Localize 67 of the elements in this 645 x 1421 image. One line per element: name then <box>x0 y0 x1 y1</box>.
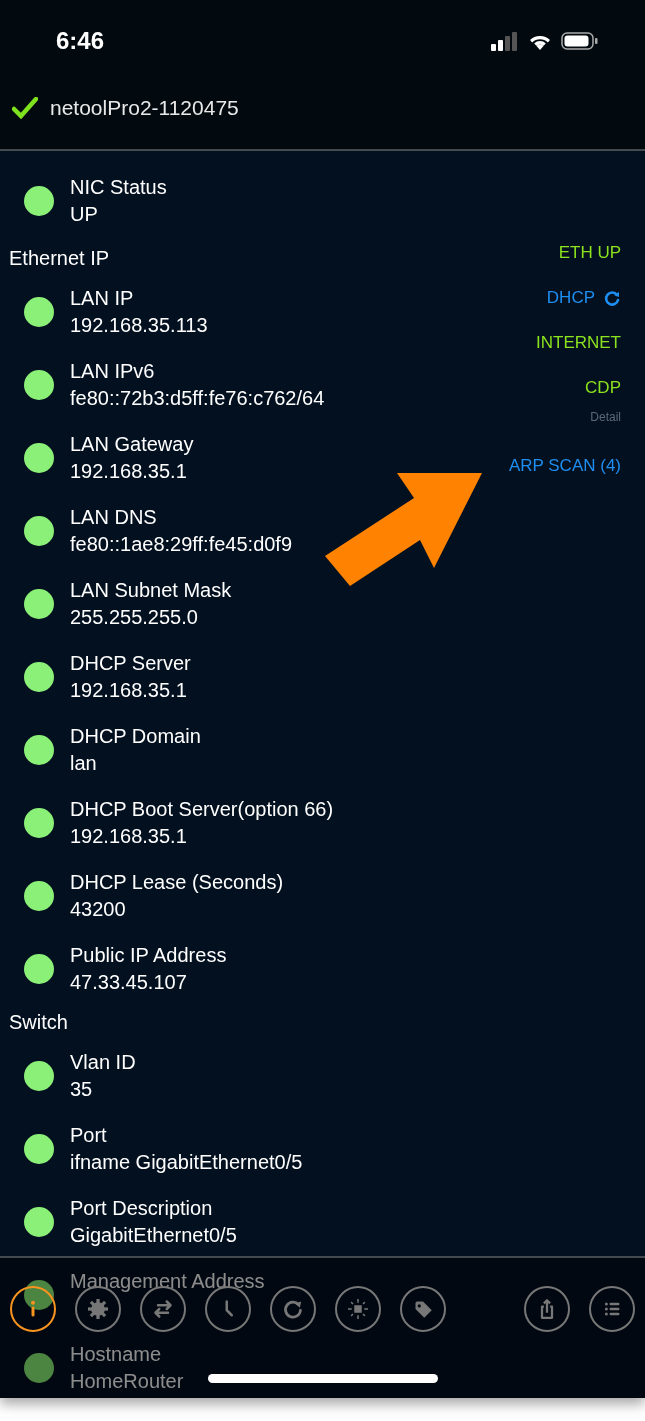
status-label: ETH UP <box>558 241 621 264</box>
field-label: DHCP Domain <box>70 724 201 748</box>
field-value: UP <box>70 203 99 226</box>
field-value: 255.255.255.0 <box>70 605 199 629</box>
field-label: Port Description <box>70 1196 214 1220</box>
field-value: fe80::72b3:d5ff:fe76:c762/64 <box>70 386 325 410</box>
field-value: 192.168.35.1 <box>70 824 188 848</box>
section-header: Ethernet IP <box>9 245 110 271</box>
section-header: Switch <box>9 1009 68 1035</box>
tag-icon[interactable] <box>400 1286 446 1332</box>
field-label: LAN IPv6 <box>70 359 156 383</box>
refresh-icon[interactable] <box>603 288 621 307</box>
status-dot <box>24 442 54 473</box>
status-dot <box>24 734 54 765</box>
field-value: 35 <box>70 1077 94 1101</box>
info-icon[interactable] <box>10 1286 56 1332</box>
field-value: lan <box>70 751 98 775</box>
status-time: 6:46 <box>56 27 106 55</box>
list-icon[interactable] <box>589 1286 635 1332</box>
field-label: Port <box>70 1123 108 1147</box>
field-label: DHCP Server <box>70 651 191 675</box>
field-value: 43200 <box>70 897 127 921</box>
detail-label: Detail <box>590 410 621 426</box>
field-value: fe80::1ae8:29ff:fe45:d0f9 <box>70 532 293 556</box>
status-dot <box>24 1060 54 1091</box>
field-label: LAN DNS <box>70 505 158 529</box>
status-dot <box>24 953 54 984</box>
field-label: DHCP Boot Server(option 66) <box>70 797 334 821</box>
share-icon[interactable] <box>524 1286 570 1332</box>
status-dot <box>24 369 54 400</box>
light-icon[interactable] <box>335 1286 381 1332</box>
status-dot <box>24 1133 54 1164</box>
clock-icon[interactable] <box>205 1286 251 1332</box>
field-label: Public IP Address <box>70 943 227 967</box>
field-label: Vlan ID <box>70 1050 136 1074</box>
device-name: netoolPro2-1120475 <box>50 96 239 120</box>
status-dot <box>24 1279 54 1310</box>
signal-icon <box>491 31 519 51</box>
status-label: CDP <box>585 376 621 399</box>
field-value: 192.168.35.1 <box>70 678 188 702</box>
status-dot <box>24 186 54 216</box>
field-label: LAN Gateway <box>70 432 194 456</box>
field-label: DHCP Lease (Seconds) <box>70 870 284 894</box>
field-label: LAN Subnet Mask <box>70 578 232 602</box>
status-label: INTERNET <box>536 331 621 354</box>
status-dot <box>24 880 54 911</box>
field-label: Hostname <box>70 1342 163 1366</box>
status-dot <box>24 515 54 546</box>
status-dot <box>24 1352 54 1383</box>
field-value: GigabitEthernet0/5 <box>70 1223 237 1247</box>
refresh-icon[interactable] <box>270 1286 316 1332</box>
field-value: ifname GigabitEthernet0/5 <box>70 1150 303 1174</box>
link[interactable]: ARP SCAN (4) <box>508 443 621 488</box>
status-dot <box>24 588 54 619</box>
field-label: NIC Status <box>70 176 167 199</box>
field-value: HomeRouter <box>70 1369 184 1393</box>
status-dot <box>24 661 54 692</box>
field-value: 47.33.45.107 <box>70 970 188 994</box>
field-value: 192.168.35.1 <box>70 459 188 483</box>
link[interactable]: DHCP <box>546 275 621 320</box>
status-dot <box>24 1206 54 1237</box>
status-dot <box>24 807 54 838</box>
battery-icon <box>561 31 599 51</box>
field-label: Management Address <box>70 1269 265 1293</box>
status-dot <box>24 296 54 327</box>
field-value: 192.168.35.113 <box>70 313 208 337</box>
field-label: LAN IP <box>70 286 135 310</box>
